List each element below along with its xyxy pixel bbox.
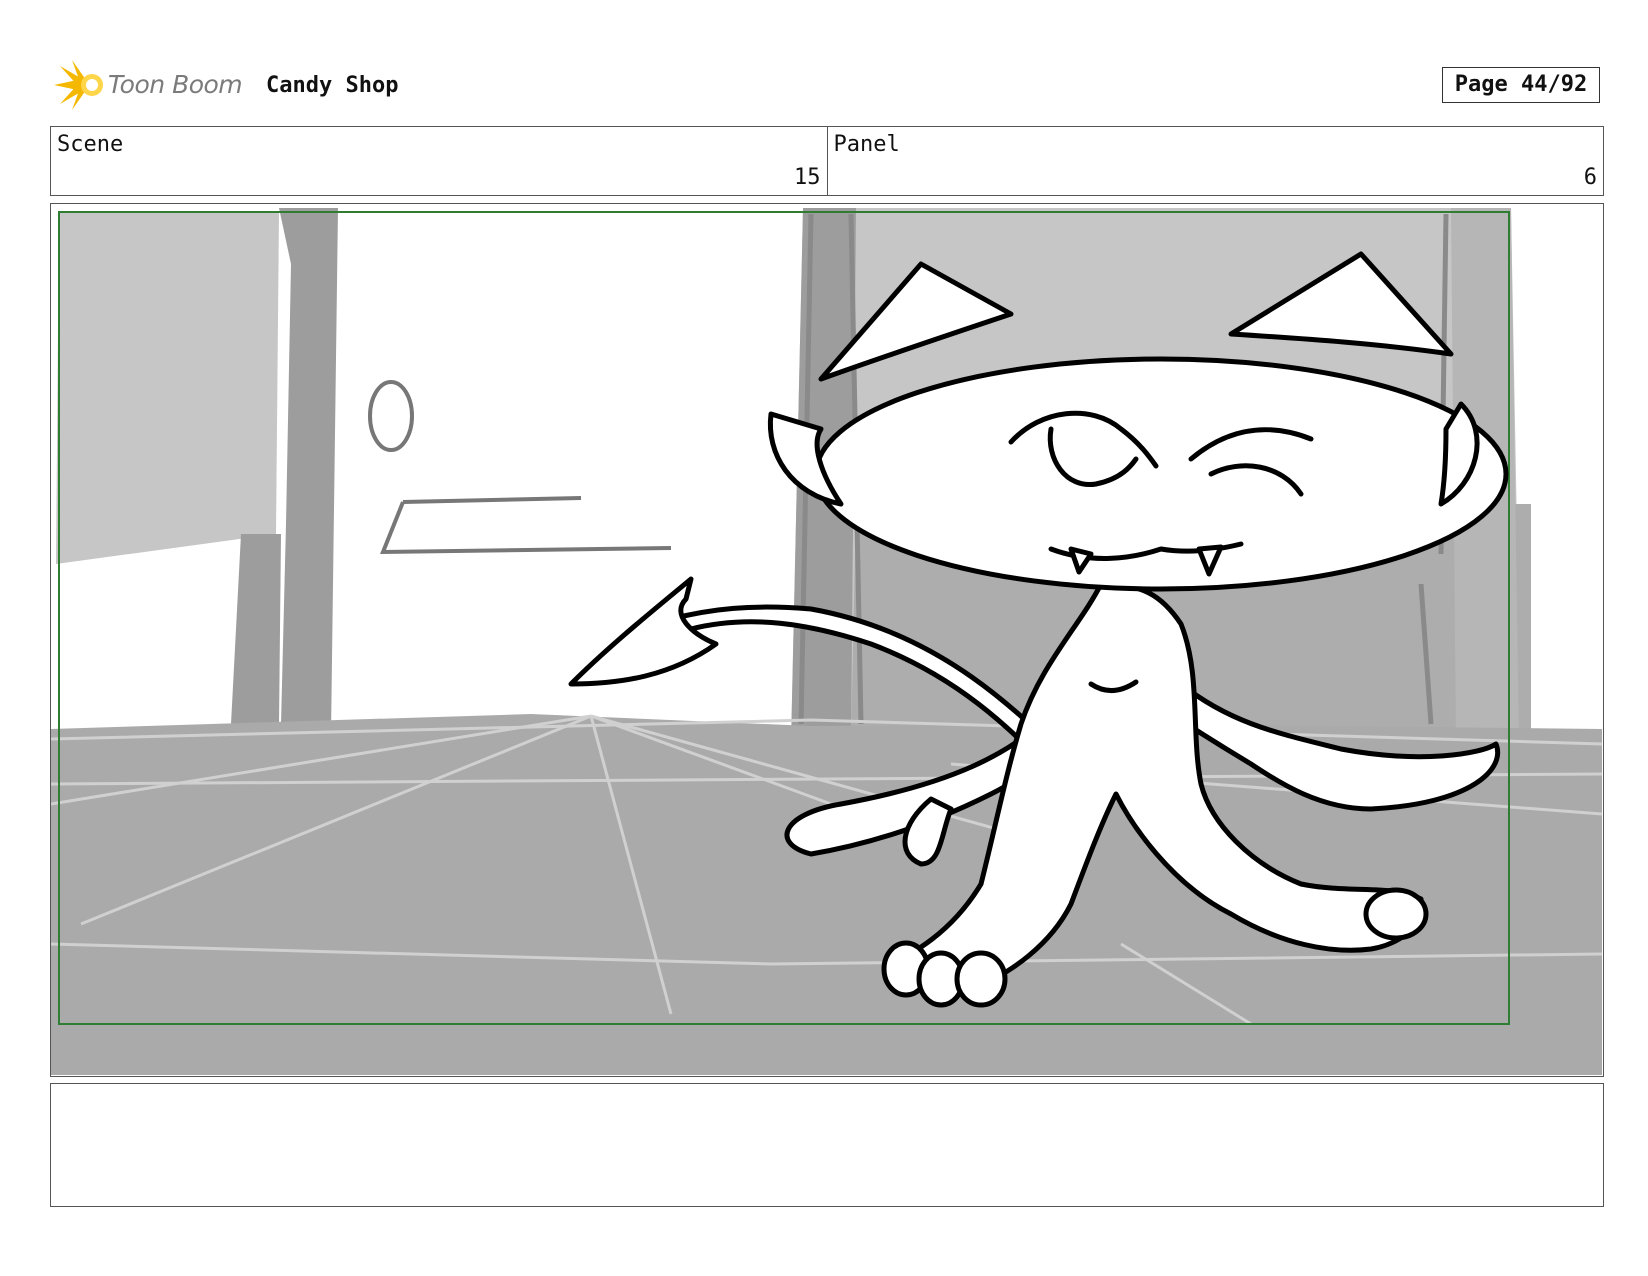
- panel-notes: [50, 1083, 1604, 1207]
- panel-label: Panel: [833, 132, 900, 157]
- toon-boom-logo: Toon Boom: [52, 58, 252, 112]
- storyboard-panel: [50, 203, 1604, 1077]
- head: [813, 356, 1509, 592]
- left-wall: [56, 212, 279, 564]
- panel-drawing: [51, 204, 1602, 1075]
- project-title: Candy Shop: [266, 73, 399, 98]
- page-header: Toon Boom Candy Shop Page 44/92: [52, 58, 1602, 112]
- scene-cell: Scene 15: [51, 127, 827, 195]
- logo-wordmark: Toon Boom: [108, 70, 243, 99]
- page-number: Page 44/92: [1442, 67, 1600, 103]
- right-foot-toe: [1363, 887, 1429, 941]
- scene-label: Scene: [57, 132, 124, 157]
- panel-number: 6: [1583, 165, 1597, 190]
- left-foot-toe-3: [954, 950, 1008, 1008]
- scene-number: 15: [794, 165, 821, 190]
- scene-panel-info: Scene 15 Panel 6: [50, 126, 1604, 196]
- panel-cell: Panel 6: [826, 127, 1604, 195]
- flare-icon: [54, 60, 103, 110]
